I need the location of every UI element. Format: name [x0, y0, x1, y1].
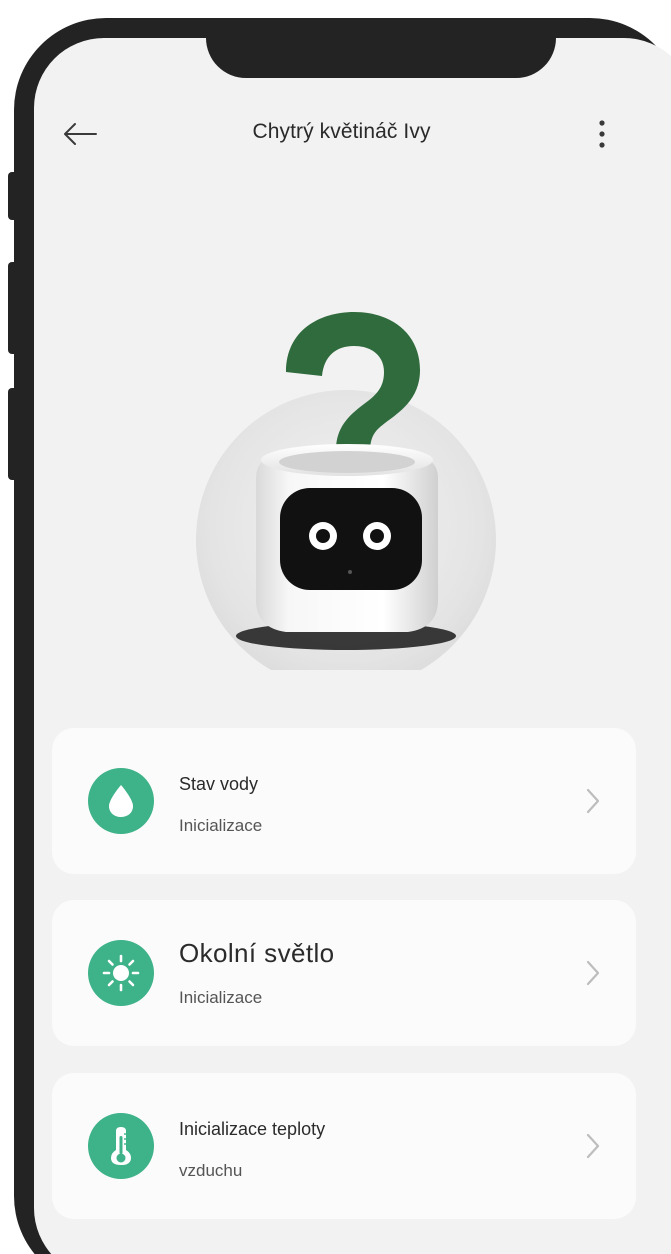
card-title: Stav vody — [179, 774, 259, 794]
temperature-status-card[interactable]: Inicializace teploty vzduchu — [52, 1073, 636, 1219]
chevron-right-icon — [586, 960, 600, 986]
thermometer-icon — [88, 1113, 154, 1179]
card-title: Inicializace teploty — [179, 1119, 326, 1139]
card-status: vzduchu — [179, 1161, 243, 1180]
light-status-card[interactable]: Okolní světlo Inicializace — [52, 900, 636, 1046]
phone-screen: Chytrý květináč Ivy Stav vody Inicializa… — [34, 38, 671, 1254]
sun-icon — [88, 940, 154, 1006]
robot-face — [280, 488, 422, 590]
water-drop-icon — [88, 768, 154, 834]
chevron-right-icon — [586, 788, 600, 814]
water-status-card[interactable]: Stav vody Inicializace — [52, 728, 636, 874]
more-vertical-icon — [599, 120, 605, 148]
card-status: Inicializace — [179, 988, 263, 1007]
card-title: Okolní světlo — [179, 938, 335, 968]
smart-pot-illustration — [196, 312, 496, 670]
back-button[interactable] — [56, 112, 104, 156]
chevron-right-icon — [586, 1133, 600, 1159]
phone-notch — [206, 38, 556, 78]
arrow-left-icon — [64, 123, 97, 145]
more-options-button[interactable] — [582, 110, 622, 158]
page-title: Chytrý květináč Ivy — [252, 120, 431, 143]
app-screenshot: Chytrý květináč Ivy Stav vody Inicializa… — [0, 0, 671, 1254]
card-status: Inicializace — [179, 816, 263, 835]
